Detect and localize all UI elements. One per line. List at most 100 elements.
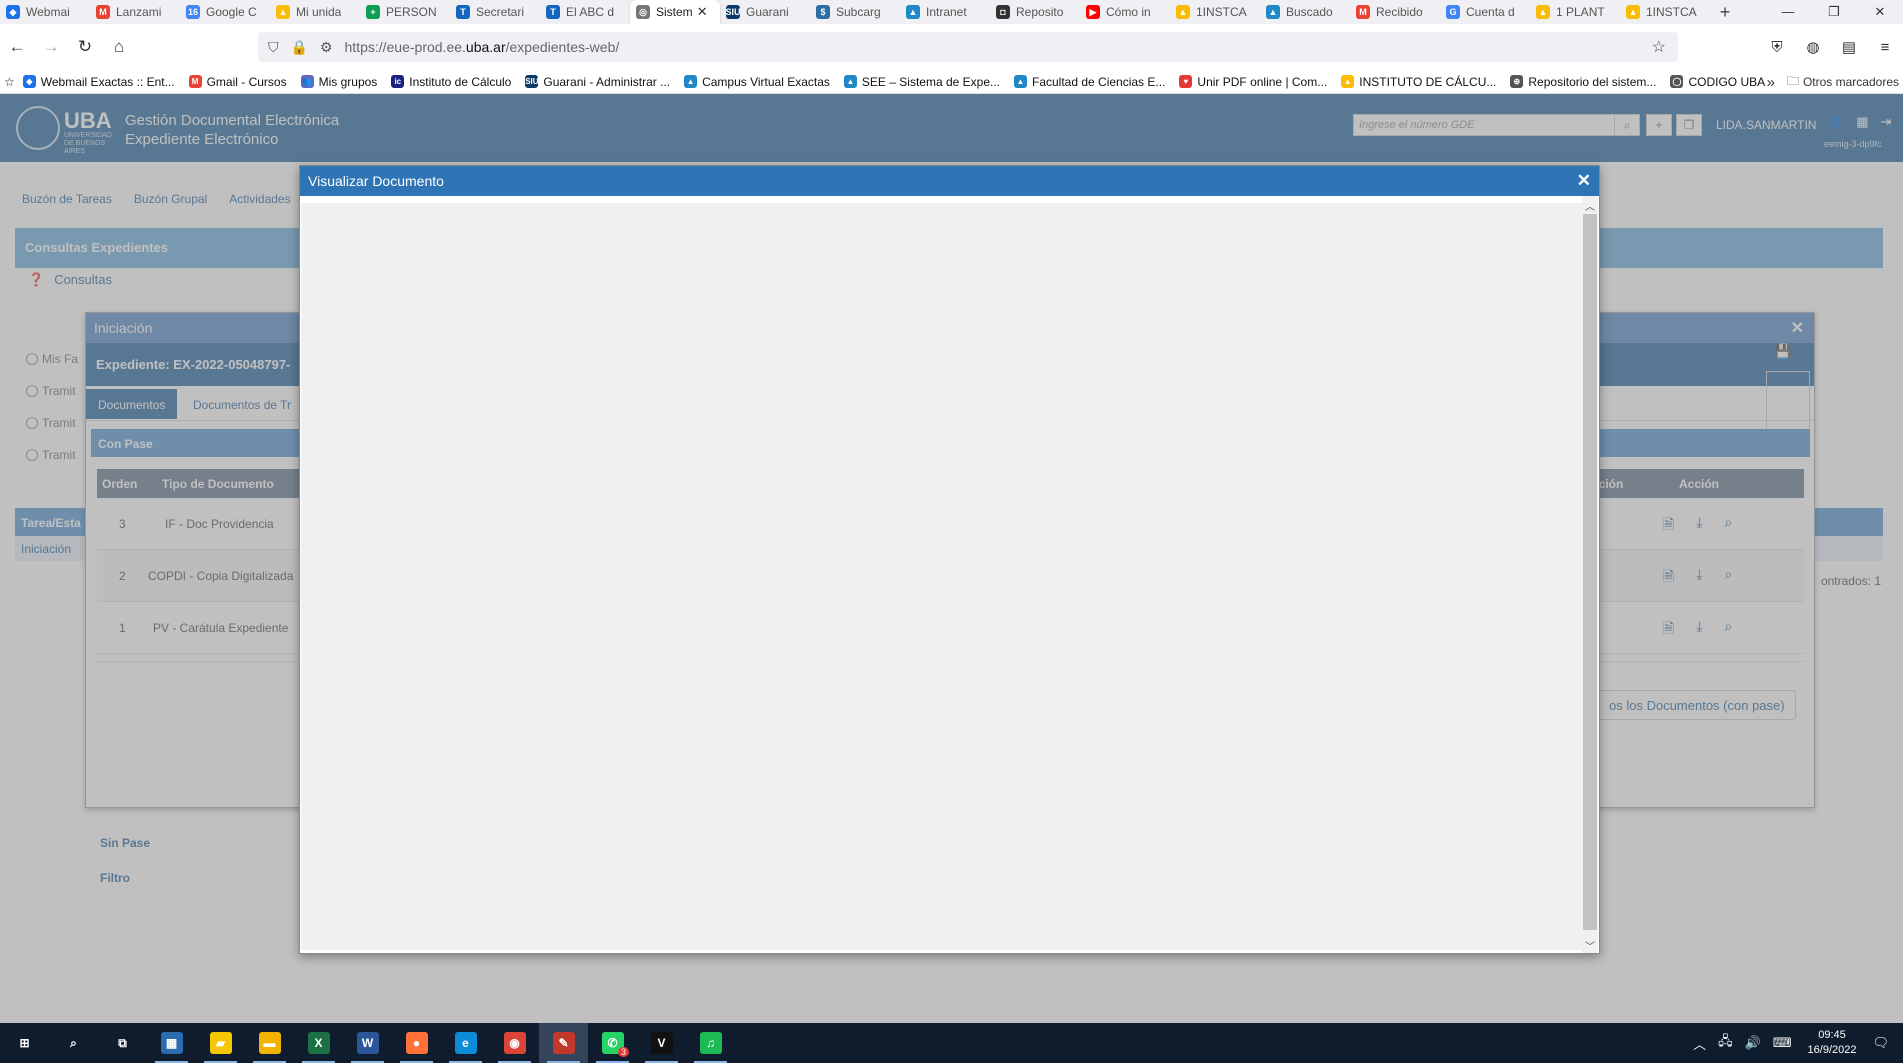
browser-tab[interactable]: SIU Guarani [720,0,810,24]
shield-icon[interactable]: ⛉ [268,39,279,56]
vim-icon[interactable]: V [637,1023,686,1063]
address-bar[interactable]: ⛉ 🔒 ⚙ https://eue-prod.ee.uba.ar/expedie… [258,32,1678,62]
bookmark-label: Webmail Exactas :: Ent... [40,74,175,89]
home-icon[interactable]: ⌂ [102,37,136,57]
bookmark-item[interactable]: ◯ CODIGO UBA [1670,75,1765,89]
bookmark-item[interactable]: ◆ Webmail Exactas :: Ent... [22,74,175,89]
menu-icon[interactable]: ≡ [1867,39,1903,56]
new-tab-icon[interactable]: + [1710,2,1740,23]
calculator-icon-glyph: ▦ [160,1032,183,1054]
windows-taskbar: ⊞ ⌕ ⧉ ▦ ▰ ▬ X W ● e ◉ ✎ ✆ 3 V ♫ ︿ 🖧 🔊 ⌨ 09:45 16/9/2022… [0,1023,1903,1063]
bookmark-item[interactable]: ▲ Facultad de Ciencias E... [1014,75,1165,89]
bookmark-item[interactable]: ⊕ Repositorio del sistem... [1510,75,1656,89]
scrollbar-thumb[interactable] [1583,214,1597,930]
tab-label: Lanzami [116,5,162,19]
calculator-icon[interactable]: ▦ [147,1023,196,1063]
bookmark-star-icon[interactable]: ☆ [1652,37,1666,57]
tab-favicon-icon: ◎ [636,5,650,19]
tab-label: Webmai [26,5,70,19]
browser-tab[interactable]: ◆ Webmai [0,0,90,24]
tab-label: Reposito [1016,5,1064,19]
window-controls: — ❐ ✕ [1765,0,1903,24]
clock[interactable]: 09:45 16/9/2022 [1808,1028,1857,1058]
bookmarks-toggle-icon[interactable]: ☆ [4,75,15,89]
scroll-up-icon[interactable]: ︿ [1582,198,1598,213]
spotify-icon[interactable]: ♫ [686,1023,735,1063]
tab-favicon-icon: ▲ [276,5,290,19]
edge-icon[interactable]: e [441,1023,490,1063]
reload-icon[interactable]: ↻ [68,37,102,57]
reader-icon[interactable]: ▤ [1831,38,1867,56]
tab-label: Guarani [746,5,789,19]
lock-icon[interactable]: 🔒 [291,39,308,56]
extension-icon[interactable]: ◍ [1795,38,1831,56]
app-icon[interactable]: ✎ [539,1023,588,1063]
vim-icon-glyph: V [650,1032,673,1054]
other-bookmarks[interactable]: Otros marcadores [1803,75,1899,89]
close-tab-icon[interactable]: ✕ [697,4,708,20]
close-window-icon[interactable]: ✕ [1857,0,1903,24]
system-tray: ︿ 🖧 🔊 ⌨ 09:45 16/9/2022 🗨 [1687,1023,1903,1063]
browser-tab[interactable]: T Secretari [450,0,540,24]
browser-tab[interactable]: M Recibido [1350,0,1440,24]
url-text[interactable]: https://eue-prod.ee.uba.ar/expedientes-w… [345,39,620,55]
permissions-icon[interactable]: ⚙ [320,39,333,56]
bookmark-item[interactable]: SIU Guarani - Administrar ... [525,75,670,89]
document-viewer-frame[interactable] [301,203,1584,950]
task-view-icon[interactable]: ⧉ [98,1023,147,1063]
bookmarks-more-icon[interactable]: » [1767,74,1775,91]
search-icon[interactable]: ⌕ [49,1023,98,1063]
restore-icon[interactable]: ❐ [1811,0,1857,24]
excel-icon[interactable]: X [294,1023,343,1063]
browser-tab[interactable]: $ Subcarg [810,0,900,24]
browser-tab[interactable]: ▲ Buscado [1260,0,1350,24]
keyboard-icon[interactable]: ⌨ [1773,1035,1792,1051]
tab-favicon-icon: G [1446,5,1460,19]
sticky-notes-icon[interactable]: ▰ [196,1023,245,1063]
browser-tab[interactable]: M Lanzami [90,0,180,24]
firefox-icon[interactable]: ● [392,1023,441,1063]
browser-tab[interactable]: ◘ Reposito [990,0,1080,24]
bookmark-label: Unir PDF online | Com... [1197,74,1328,89]
tab-label: Subcarg [836,5,881,19]
viewer-scrollbar[interactable]: ︿ ﹀ [1582,196,1598,953]
word-icon[interactable]: W [343,1023,392,1063]
browser-tab[interactable]: ▲ 1INSTCA [1620,0,1710,24]
browser-tab[interactable]: ▲ 1INSTCA [1170,0,1260,24]
browser-tab[interactable]: ▲ 1 PLANT [1530,0,1620,24]
file-explorer-icon[interactable]: ▬ [245,1023,294,1063]
edge-icon-glyph: e [454,1032,477,1054]
bookmark-item[interactable]: 👥 Mis grupos [300,75,377,89]
browser-tab[interactable]: T El ABC d [540,0,630,24]
browser-tab[interactable]: 16 Google C [180,0,270,24]
browser-tab[interactable]: ▶ Cómo in [1080,0,1170,24]
chrome-icon[interactable]: ◉ [490,1023,539,1063]
windows-start-icon[interactable]: ⊞ [0,1023,49,1063]
bookmark-favicon-icon: ◆ [22,75,36,88]
browser-tab[interactable]: ◎ Sistem ✕ [630,0,720,24]
volume-icon[interactable]: 🔊 [1745,1035,1761,1051]
browser-tab[interactable]: ▲ Intranet [900,0,990,24]
notifications-icon[interactable]: 🗨 [1872,1035,1889,1051]
bookmark-item[interactable]: ic Instituto de Cálculo [391,75,511,89]
minimize-icon[interactable]: — [1765,0,1811,24]
bookmark-item[interactable]: ▲ INSTITUTO DE CÁLCU... [1341,75,1496,89]
tab-label: Secretari [476,5,525,19]
bookmark-item[interactable]: ▲ Campus Virtual Exactas [684,75,830,89]
chevron-up-icon[interactable]: ︿ [1693,1034,1706,1053]
network-icon[interactable]: 🖧 [1718,1032,1733,1054]
bookmark-label: Gmail - Cursos [206,74,287,89]
bookmark-item[interactable]: M Gmail - Cursos [188,74,287,89]
bookmark-favicon-icon: ▲ [1014,75,1027,88]
bookmark-item[interactable]: ▲ SEE – Sistema de Expe... [843,75,1000,89]
browser-tab[interactable]: ▲ Mi unida [270,0,360,24]
bookmark-item[interactable]: ♥ Unir PDF online | Com... [1179,75,1327,89]
close-icon[interactable]: ✕ [1577,171,1591,191]
scroll-down-icon[interactable]: ﹀ [1582,938,1598,953]
forward-icon[interactable]: → [34,37,68,57]
browser-tab[interactable]: + PERSON [360,0,450,24]
back-icon[interactable]: ← [0,37,34,57]
browser-tab[interactable]: G Cuenta d [1440,0,1530,24]
whatsapp-icon[interactable]: ✆ 3 [588,1023,637,1063]
pocket-icon[interactable]: ⛨ [1759,39,1795,56]
